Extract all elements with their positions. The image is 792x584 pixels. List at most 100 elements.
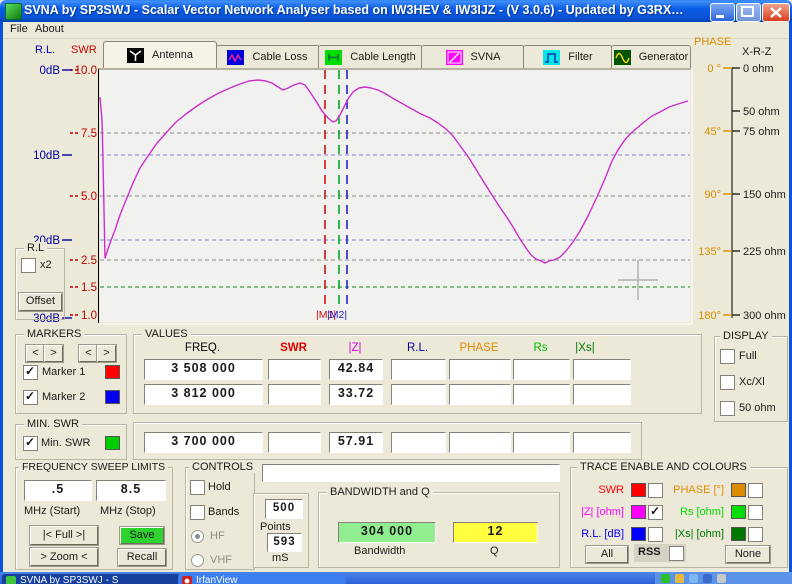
marker2-next-button[interactable]: > <box>97 345 116 362</box>
tab-label: Antenna <box>152 49 193 61</box>
save-button[interactable]: Save <box>120 527 164 544</box>
volume-tray-icon[interactable] <box>689 574 698 583</box>
menu-about[interactable]: About <box>33 23 66 37</box>
full-span-button[interactable]: |< Full >| <box>30 526 98 545</box>
marker2-xs-field[interactable] <box>573 384 631 405</box>
taskbar-irfanview-button[interactable]: IrfanView <box>178 574 346 584</box>
trace-xs-checkbox[interactable] <box>748 527 763 542</box>
min-swr-field[interactable] <box>268 432 321 453</box>
controls-box: CONTROLS Hold Bands HF VHF <box>185 467 255 570</box>
points-field[interactable]: 500 <box>265 499 303 519</box>
all-traces-button[interactable]: All <box>586 546 628 563</box>
sweep-chart[interactable]: |M1||M2|10.07.55.02.51.51.00dB10dB20dB30… <box>0 50 792 340</box>
stop-freq-field[interactable]: 8.5 <box>96 480 166 501</box>
none-traces-button[interactable]: None <box>726 546 770 563</box>
marker1-z-field[interactable]: 42.84 <box>329 359 383 380</box>
comment-field[interactable] <box>262 464 560 482</box>
marker2-rs-field[interactable] <box>513 384 570 405</box>
marker1-phase-field[interactable] <box>449 359 511 380</box>
trace-swr-swatch <box>631 483 646 497</box>
display-box-title: DISPLAY <box>720 330 772 342</box>
marker1-freq-field[interactable]: 3 508 000 <box>144 359 263 380</box>
min-phase-field[interactable] <box>449 432 511 453</box>
rss-checkbox[interactable] <box>669 546 684 561</box>
trace-phase-swatch <box>731 483 746 497</box>
title-bar: SVNA by SP3SWJ - Scalar Vector Network A… <box>0 0 792 22</box>
usb-tray-icon[interactable] <box>717 574 726 583</box>
marker1-xs-field[interactable] <box>573 359 631 380</box>
header-rl: R.L. <box>391 342 444 354</box>
header-swr: SWR <box>268 342 319 354</box>
tab-cable-loss[interactable]: Cable Loss <box>215 45 320 68</box>
header-phase: PHASE <box>449 342 509 354</box>
bandwidth-box-title: BANDWIDTH and Q <box>327 486 433 498</box>
taskbar-svna-button[interactable]: SVNA by SP3SWJ - S <box>2 574 180 584</box>
tab-label: Cable Length <box>350 51 415 63</box>
marker2-checkbox[interactable] <box>23 390 38 405</box>
marker1-label: Marker 1 <box>42 366 85 378</box>
recall-button[interactable]: Recall <box>118 549 166 566</box>
minimize-button[interactable] <box>710 3 735 22</box>
hf-radio[interactable] <box>191 530 204 543</box>
min-xs-field[interactable] <box>573 432 631 453</box>
bandwidth-label: Bandwidth <box>354 545 405 557</box>
marker2-phase-field[interactable] <box>449 384 511 405</box>
menu-file[interactable]: File <box>8 23 30 37</box>
min-z-field[interactable]: 57.91 <box>329 432 383 453</box>
menu-bar: File About <box>3 22 789 39</box>
bandwidth-box: BANDWIDTH and Q 304 000 Bandwidth 12 Q <box>318 492 560 568</box>
header-freq: FREQ. <box>144 342 261 354</box>
points-box: 500 Points 593 mS <box>253 493 309 568</box>
display-50ohm-checkbox[interactable] <box>720 401 735 416</box>
svg-text:180°: 180° <box>698 310 721 322</box>
min-swr-checkbox[interactable] <box>23 436 38 451</box>
marker2-rl-field[interactable] <box>391 384 446 405</box>
sweep-box-title: FREQUENCY SWEEP LIMITS <box>19 461 168 473</box>
x2-checkbox[interactable] <box>21 258 36 273</box>
display-full-checkbox[interactable] <box>720 349 735 364</box>
q-field: 12 <box>453 522 538 543</box>
marker1-rl-field[interactable] <box>391 359 446 380</box>
svg-text:10.0: 10.0 <box>75 65 97 77</box>
marker1-prev-button[interactable]: < <box>26 345 45 362</box>
network-tray-icon[interactable] <box>661 574 670 583</box>
offset-button[interactable]: Offset <box>19 293 62 311</box>
generator-icon <box>614 50 631 65</box>
vhf-radio[interactable] <box>191 554 204 567</box>
marker2-z-field[interactable]: 33.72 <box>329 384 383 405</box>
maximize-button[interactable] <box>736 3 761 22</box>
tab-generator[interactable]: Generator <box>611 45 691 68</box>
tab-cable-length[interactable]: Cable Length <box>318 45 423 68</box>
display-tray-icon[interactable] <box>703 574 712 583</box>
min-freq-field[interactable]: 3 700 000 <box>144 432 263 453</box>
trace-phase-checkbox[interactable] <box>748 483 763 498</box>
tab-antenna[interactable]: Antenna <box>103 41 217 68</box>
min-rl-field[interactable] <box>391 432 446 453</box>
filter-icon <box>543 50 560 65</box>
ms-field[interactable]: 593 <box>267 533 302 552</box>
zoom-span-button[interactable]: > Zoom < <box>30 548 98 566</box>
close-button[interactable] <box>762 3 790 22</box>
marker1-next-button[interactable]: > <box>44 345 63 362</box>
marker2-freq-field[interactable]: 3 812 000 <box>144 384 263 405</box>
start-freq-field[interactable]: .5 <box>24 480 92 501</box>
bands-checkbox[interactable] <box>190 505 205 520</box>
tab-svna[interactable]: SVNA <box>421 45 525 68</box>
tab-filter[interactable]: Filter <box>523 45 613 68</box>
update-tray-icon[interactable] <box>675 574 684 583</box>
marker1-checkbox[interactable] <box>23 365 38 380</box>
trace-rs-checkbox[interactable] <box>748 505 763 520</box>
minimize-icon <box>711 4 734 21</box>
min-rs-field[interactable] <box>513 432 570 453</box>
marker2-swr-field[interactable] <box>268 384 321 405</box>
bands-label: Bands <box>208 506 239 518</box>
marker2-prev-button[interactable]: < <box>79 345 98 362</box>
display-xcxl-checkbox[interactable] <box>720 375 735 390</box>
rl-offset-box: R.L x2 Offset <box>15 248 65 320</box>
svg-text:7.5: 7.5 <box>81 128 97 140</box>
hold-checkbox[interactable] <box>190 480 205 495</box>
trace-phase-label: PHASE [°] <box>656 484 724 496</box>
marker1-swr-field[interactable] <box>268 359 321 380</box>
marker1-rs-field[interactable] <box>513 359 570 380</box>
trace-xs-label: |Xs| [ohm] <box>656 528 724 540</box>
